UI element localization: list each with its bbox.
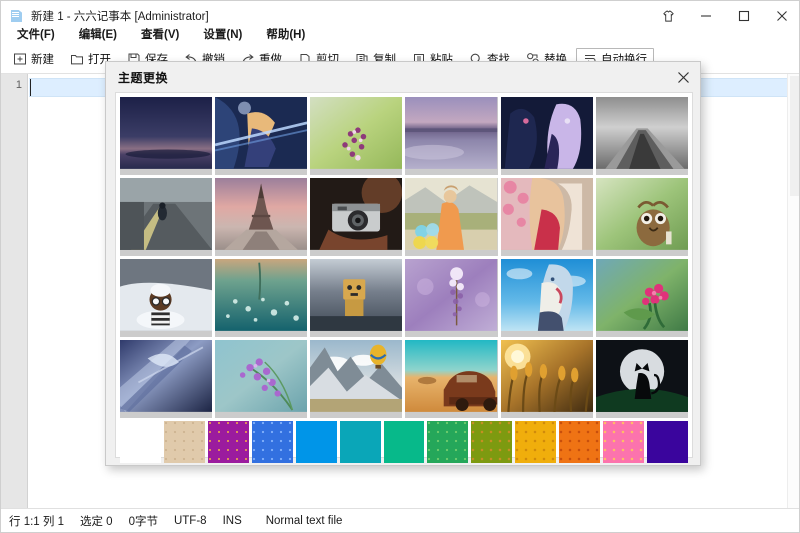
theme-thumb-10[interactable] [405, 178, 498, 256]
theme-dialog-header: 主题更换 [106, 62, 700, 92]
status-position: 行 1:1 列 1 [9, 515, 64, 528]
theme-thumb-7[interactable] [120, 178, 213, 256]
theme-thumb-12[interactable] [595, 178, 688, 256]
status-bytes: 0字节 [128, 515, 158, 528]
status-insert-mode[interactable]: INS [223, 515, 242, 527]
status-encoding[interactable]: UTF-8 [174, 515, 207, 527]
theme-thumb-18[interactable] [595, 259, 688, 337]
theme-thumb-2[interactable] [215, 97, 308, 175]
theme-thumb-23[interactable] [500, 340, 593, 418]
toolbar-new-label: 新建 [31, 54, 54, 66]
theme-thumb-4[interactable] [405, 97, 498, 175]
theme-swatch-sky[interactable] [295, 421, 337, 463]
theme-dialog: 主题更换 [105, 61, 701, 466]
notepad-window: 新建 1 - 六六记事本 [Administrator] 文件(F) 编辑(E)… [0, 0, 800, 533]
theme-swatch-mint[interactable] [383, 421, 425, 463]
menu-file[interactable]: 文件(F) [5, 24, 67, 44]
theme-thumb-14[interactable] [215, 259, 308, 337]
theme-swatch-pink[interactable] [603, 421, 645, 463]
scrollbar-thumb[interactable] [790, 76, 799, 196]
theme-swatch-row [120, 421, 688, 463]
theme-dialog-body [115, 92, 693, 463]
theme-thumb-5[interactable] [500, 97, 593, 175]
theme-swatch-beige[interactable] [163, 421, 205, 463]
menu-bar: 文件(F) 编辑(E) 查看(V) 设置(N) 帮助(H) [1, 23, 799, 45]
theme-thumb-21[interactable] [310, 340, 403, 418]
status-file-type[interactable]: Normal text file [266, 515, 343, 527]
theme-thumb-15[interactable] [310, 259, 403, 337]
theme-thumb-17[interactable] [500, 259, 593, 337]
line-number-gutter: 1 [1, 74, 28, 511]
theme-thumb-20[interactable] [215, 340, 308, 418]
theme-swatch-blue[interactable] [251, 421, 293, 463]
theme-thumb-1[interactable] [120, 97, 213, 175]
theme-thumbnail-grid [120, 97, 688, 418]
theme-swatch-olive[interactable] [471, 421, 513, 463]
theme-thumb-9[interactable] [310, 178, 403, 256]
title-left-group: 新建 1 - 六六记事本 [Administrator] [1, 8, 209, 24]
theme-thumb-19[interactable] [120, 340, 213, 418]
text-caret [30, 79, 31, 96]
menu-settings[interactable]: 设置(N) [191, 24, 254, 44]
theme-thumb-16[interactable] [405, 259, 498, 337]
theme-dialog-title: 主题更换 [118, 70, 169, 85]
notepad-icon [9, 8, 25, 24]
theme-dialog-close-icon[interactable] [672, 66, 694, 88]
theme-swatch-indigo[interactable] [647, 421, 688, 463]
theme-thumb-22[interactable] [405, 340, 498, 418]
open-folder-icon [70, 52, 84, 66]
line-number: 1 [15, 79, 22, 91]
window-title: 新建 1 - 六六记事本 [Administrator] [31, 11, 209, 23]
theme-swatch-green[interactable] [427, 421, 469, 463]
status-selection: 选定 0 [79, 515, 113, 528]
theme-swatch-orange[interactable] [559, 421, 601, 463]
menu-view[interactable]: 查看(V) [129, 24, 191, 44]
toolbar-new[interactable]: 新建 [6, 48, 61, 70]
new-file-icon [13, 52, 27, 66]
theme-thumb-6[interactable] [595, 97, 688, 175]
theme-swatch-teal[interactable] [339, 421, 381, 463]
menu-help[interactable]: 帮助(H) [254, 24, 317, 44]
theme-thumb-11[interactable] [500, 178, 593, 256]
menu-edit[interactable]: 编辑(E) [67, 24, 129, 44]
status-bar: 行 1:1 列 1 选定 0 0字节 UTF-8 INS Normal text… [1, 508, 799, 532]
theme-swatch-amber[interactable] [515, 421, 557, 463]
theme-swatch-purple[interactable] [207, 421, 249, 463]
theme-thumb-13[interactable] [120, 259, 213, 337]
theme-thumb-3[interactable] [310, 97, 403, 175]
theme-swatch-white[interactable] [120, 421, 161, 463]
vertical-scrollbar[interactable] [787, 74, 799, 511]
theme-thumb-8[interactable] [215, 178, 308, 256]
theme-thumb-24[interactable] [595, 340, 688, 418]
